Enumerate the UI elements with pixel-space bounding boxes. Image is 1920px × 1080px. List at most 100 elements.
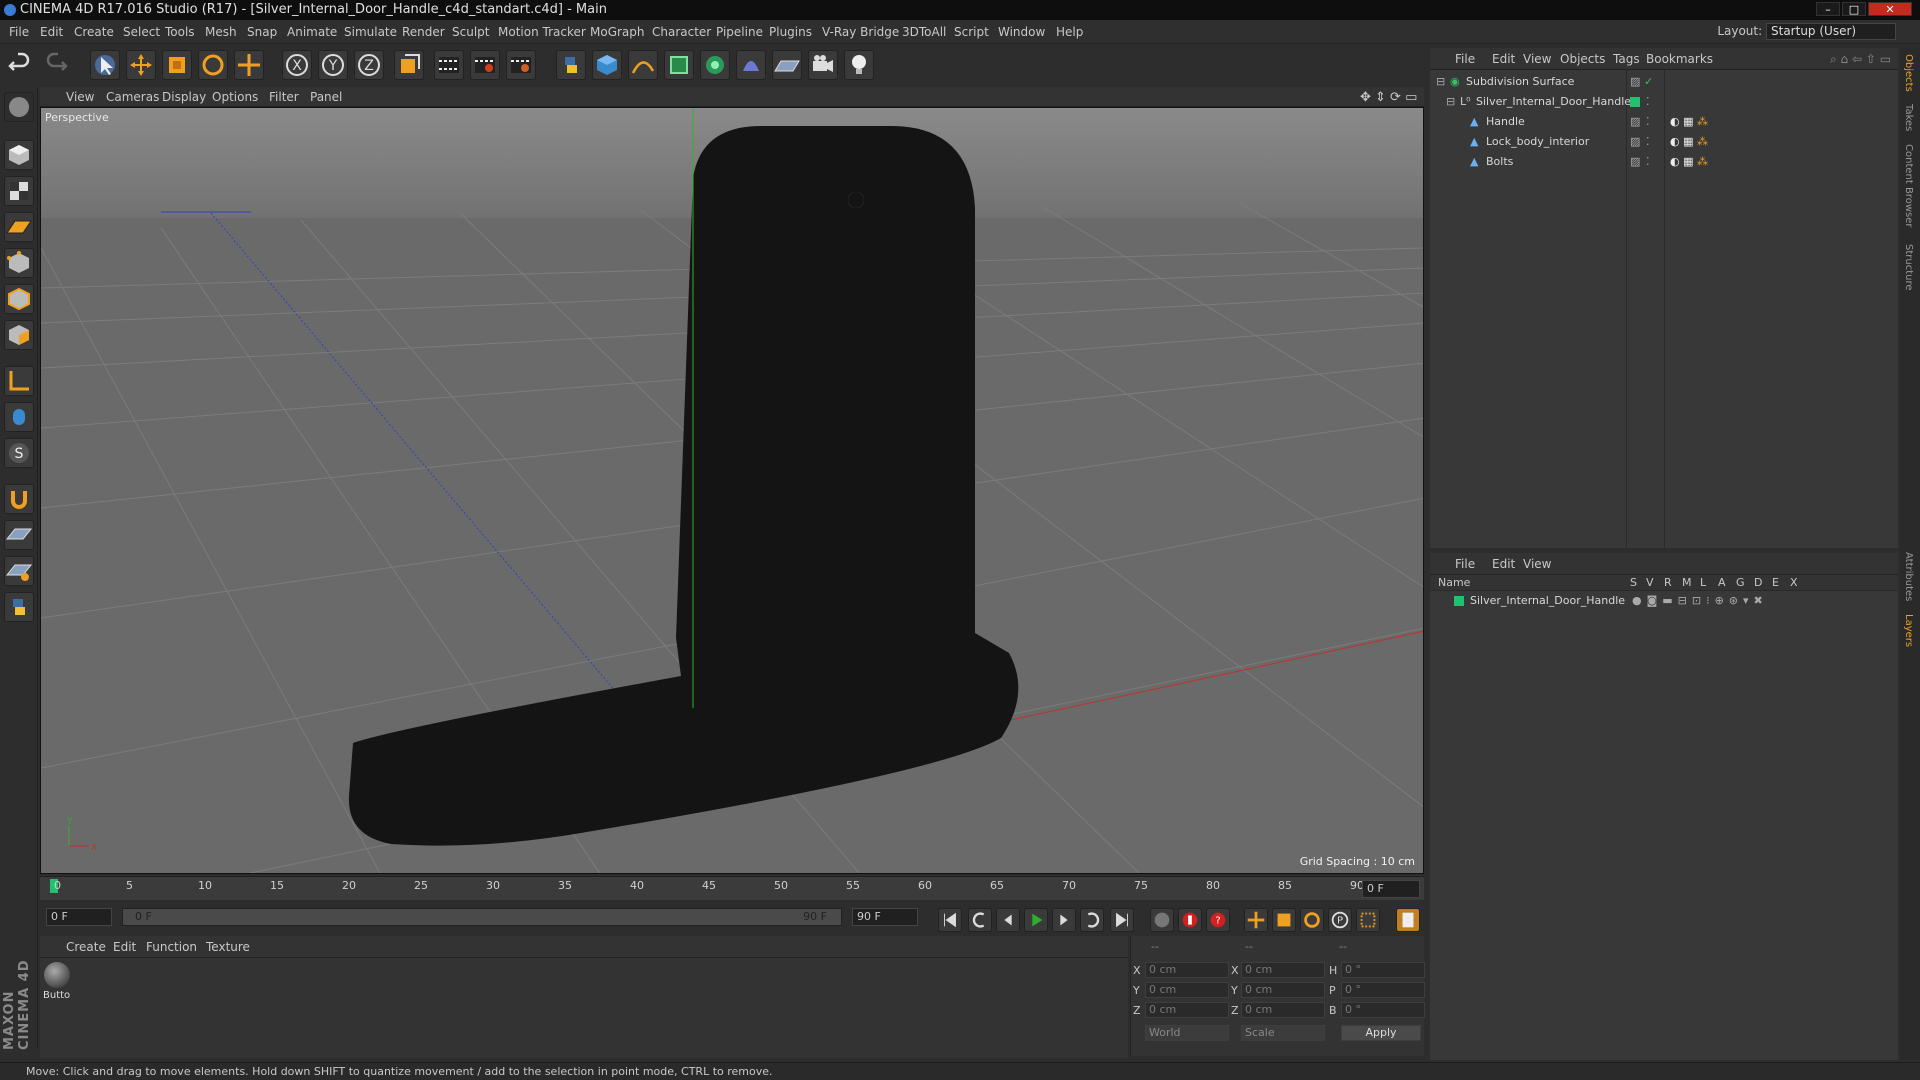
size-z-field[interactable]: 0 cm bbox=[1241, 1002, 1325, 1018]
menu-animate[interactable]: Animate bbox=[287, 25, 337, 39]
visibility-toggle-icon[interactable]: ▨ bbox=[1630, 152, 1640, 172]
record-keys-icon[interactable] bbox=[1150, 908, 1174, 932]
viewport-menu-filter[interactable]: Filter bbox=[269, 90, 299, 104]
visibility-dots-icon[interactable]: ⁚ bbox=[1646, 92, 1650, 112]
scale-tool-icon[interactable] bbox=[162, 50, 192, 80]
object-menu-bookmarks[interactable]: Bookmarks bbox=[1646, 52, 1713, 66]
layer-menu-view[interactable]: View bbox=[1523, 557, 1551, 571]
cube-primitive-icon[interactable] bbox=[592, 50, 622, 80]
menu-3dtoall[interactable]: 3DToAll bbox=[902, 25, 946, 39]
object-row[interactable]: ⊟ ◉ Subdivision Surface ▨ ✓ bbox=[1430, 72, 1898, 92]
menu-character[interactable]: Character bbox=[652, 25, 711, 39]
enabled-check-icon[interactable]: ✓ bbox=[1644, 72, 1653, 92]
tab-objects[interactable]: Objects bbox=[1903, 54, 1914, 92]
object-search-icon[interactable]: ⌕ ⌂ ⇦ ⇧ ▭ bbox=[1830, 52, 1891, 67]
range-slider[interactable]: 0 F 90 F bbox=[122, 908, 842, 926]
tab-content-browser[interactable]: Content Browser bbox=[1903, 144, 1914, 227]
snap-icon[interactable]: S bbox=[4, 438, 34, 468]
menu-file[interactable]: File bbox=[9, 25, 29, 39]
menu-sculpt[interactable]: Sculpt bbox=[452, 25, 489, 39]
menu-pipeline[interactable]: Pipeline bbox=[716, 25, 763, 39]
menu-motion-tracker[interactable]: Motion Tracker bbox=[498, 25, 586, 39]
visibility-toggle-icon[interactable]: ▨ bbox=[1630, 112, 1640, 132]
floor-object-icon[interactable] bbox=[772, 50, 802, 80]
menu-window[interactable]: Window bbox=[998, 25, 1045, 39]
rot-b-field[interactable]: 0 ° bbox=[1341, 1002, 1425, 1018]
polygons-mode-icon[interactable] bbox=[4, 320, 34, 350]
workplane-mode-icon[interactable] bbox=[4, 212, 34, 242]
material-tag-icon[interactable]: ◐ ▦ ⁂ bbox=[1670, 132, 1708, 152]
key-pla-icon[interactable] bbox=[1356, 908, 1380, 932]
size-x-field[interactable]: 0 cm bbox=[1241, 962, 1325, 978]
layer-menu-file[interactable]: File bbox=[1455, 557, 1475, 571]
viewport-menu-panel[interactable]: Panel bbox=[310, 90, 342, 104]
layer-name[interactable]: Silver_Internal_Door_Handle bbox=[1470, 591, 1625, 611]
minimize-button[interactable]: – bbox=[1816, 2, 1840, 16]
visibility-dots-icon[interactable]: ⁚ bbox=[1646, 152, 1650, 172]
transform-tool-icon[interactable] bbox=[234, 50, 264, 80]
viewport-navigation-icons[interactable]: ✥ ⇕ ⟳ ▭ bbox=[1360, 90, 1417, 105]
cloner-icon[interactable] bbox=[700, 50, 730, 80]
material-menu-function[interactable]: Function bbox=[146, 940, 197, 954]
apply-button[interactable]: Apply bbox=[1341, 1025, 1421, 1041]
collapse-toggle-icon[interactable]: ⊟ bbox=[1446, 92, 1455, 112]
tweak-mode-icon[interactable] bbox=[4, 402, 34, 432]
visibility-dots-icon[interactable]: ⁚ bbox=[1646, 112, 1650, 132]
live-selection-icon[interactable] bbox=[90, 50, 120, 80]
redo-icon[interactable] bbox=[42, 50, 72, 80]
rot-p-field[interactable]: 0 ° bbox=[1341, 982, 1425, 998]
tab-takes[interactable]: Takes bbox=[1903, 104, 1914, 131]
object-row[interactable]: ⊟ L⁰ Silver_Internal_Door_Handle ⁚ bbox=[1430, 92, 1898, 112]
object-row[interactable]: ▲ Handle ▨ ⁚ ◐ ▦ ⁂ bbox=[1430, 112, 1898, 132]
make-editable-icon[interactable] bbox=[4, 92, 34, 122]
object-menu-view[interactable]: View bbox=[1523, 52, 1551, 66]
material-name[interactable]: Butto bbox=[43, 990, 70, 1001]
layer-row[interactable]: Silver_Internal_Door_Handle ●◙▬⊟⊡⁝⊕⊛▾✖ bbox=[1430, 591, 1898, 611]
object-menu-edit[interactable]: Edit bbox=[1492, 52, 1515, 66]
next-key-icon[interactable] bbox=[1080, 908, 1104, 932]
y-axis-icon[interactable]: Y bbox=[318, 50, 348, 80]
object-name[interactable]: Bolts bbox=[1486, 152, 1513, 172]
key-position-icon[interactable] bbox=[1244, 908, 1268, 932]
pos-x-field[interactable]: 0 cm bbox=[1145, 962, 1229, 978]
visibility-toggle-icon[interactable]: ▨ bbox=[1630, 72, 1640, 92]
deformer-icon[interactable] bbox=[736, 50, 766, 80]
menu-snap[interactable]: Snap bbox=[247, 25, 277, 39]
render-view-icon[interactable] bbox=[434, 50, 464, 80]
maximize-button[interactable]: □ bbox=[1842, 2, 1866, 16]
points-mode-icon[interactable] bbox=[4, 248, 34, 278]
current-frame-field[interactable]: 0 F bbox=[1362, 880, 1420, 898]
layer-menu-edit[interactable]: Edit bbox=[1492, 557, 1515, 571]
key-parameter-icon[interactable]: P bbox=[1328, 908, 1352, 932]
coordinate-mode-dropdown[interactable]: Scale bbox=[1241, 1025, 1325, 1041]
key-scale-icon[interactable] bbox=[1272, 908, 1296, 932]
play-icon[interactable] bbox=[1024, 908, 1048, 932]
object-menu-tags[interactable]: Tags bbox=[1613, 52, 1640, 66]
3d-viewport[interactable]: Y X Perspective Grid Spacing : 10 cm bbox=[40, 107, 1424, 874]
camera-icon[interactable] bbox=[808, 50, 838, 80]
pos-z-field[interactable]: 0 cm bbox=[1145, 1002, 1229, 1018]
lock-workplane-icon[interactable] bbox=[4, 520, 34, 550]
menu-create[interactable]: Create bbox=[74, 25, 114, 39]
viewport-menu-display[interactable]: Display bbox=[162, 90, 206, 104]
render-settings-icon[interactable] bbox=[506, 50, 536, 80]
coordinate-space-dropdown[interactable]: World bbox=[1145, 1025, 1229, 1041]
material-menu-texture[interactable]: Texture bbox=[206, 940, 250, 954]
material-menu-edit[interactable]: Edit bbox=[113, 940, 136, 954]
object-name[interactable]: Handle bbox=[1486, 112, 1525, 132]
coordinate-system-icon[interactable] bbox=[394, 50, 424, 80]
go-to-start-icon[interactable] bbox=[938, 908, 962, 932]
menu-vray-bridge[interactable]: V-Ray Bridge bbox=[822, 25, 899, 39]
visibility-toggle-icon[interactable]: ▨ bbox=[1630, 132, 1640, 152]
layer-color-swatch[interactable] bbox=[1454, 596, 1464, 606]
start-frame-field[interactable]: 0 F bbox=[46, 908, 112, 926]
object-row[interactable]: ▲ Bolts ▨ ⁚ ◐ ▦ ⁂ bbox=[1430, 152, 1898, 172]
object-name[interactable]: Lock_body_interior bbox=[1486, 132, 1589, 152]
menu-mograph[interactable]: MoGraph bbox=[590, 25, 645, 39]
python-script-icon[interactable] bbox=[4, 592, 34, 622]
next-frame-icon[interactable] bbox=[1052, 908, 1076, 932]
object-name[interactable]: Subdivision Surface bbox=[1466, 72, 1574, 92]
magnet-icon[interactable] bbox=[4, 484, 34, 514]
visibility-dots-icon[interactable]: ⁚ bbox=[1646, 132, 1650, 152]
edges-mode-icon[interactable] bbox=[4, 284, 34, 314]
